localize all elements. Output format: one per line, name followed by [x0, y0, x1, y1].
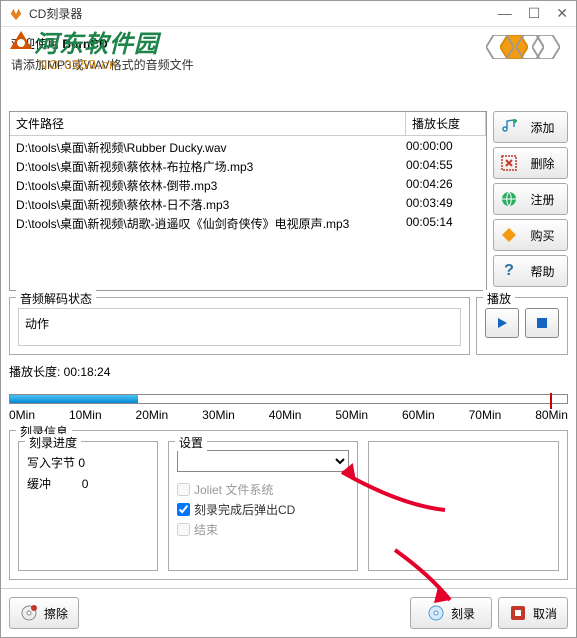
erase-button[interactable]: 擦除	[9, 597, 79, 629]
drive-select[interactable]	[177, 450, 349, 472]
file-row[interactable]: D:\tools\桌面\新视频\Rubber Ducky.wav00:00:00	[10, 138, 486, 157]
globe-icon	[500, 190, 518, 208]
register-button[interactable]: 注册	[493, 183, 568, 215]
burn-progress-group: 刻录进度 写入字节 0 缓冲 0	[18, 441, 158, 571]
cancel-button[interactable]: 取消	[498, 597, 568, 629]
duration-label: 播放长度: 00:18:24	[9, 361, 568, 382]
settings-group: 设置 Joliet 文件系统 刻录完成后弹出CD 结束	[168, 441, 358, 571]
delete-button[interactable]: 删除	[493, 147, 568, 179]
hex-logo	[486, 35, 566, 105]
delete-icon	[500, 154, 518, 172]
prompt-text: 请添加MP3或WAV格式的音频文件	[11, 56, 486, 73]
play-button[interactable]	[485, 308, 519, 338]
diamond-icon	[500, 226, 518, 244]
disc-erase-icon	[20, 604, 38, 622]
app-icon	[9, 7, 23, 21]
file-row[interactable]: D:\tools\桌面\新视频\胡歌-逍遥叹《仙剑奇侠传》电视原声.mp300:…	[10, 214, 486, 233]
file-row[interactable]: D:\tools\桌面\新视频\蔡依林-日不落.mp300:03:49	[10, 195, 486, 214]
buffer-value: 0	[82, 477, 89, 491]
joliet-checkbox: Joliet 文件系统	[177, 481, 349, 498]
music-plus-icon	[500, 118, 518, 136]
close-button[interactable]: ✕	[556, 5, 568, 22]
burn-button[interactable]: 刻录	[410, 597, 492, 629]
finish-checkbox: 结束	[177, 521, 349, 538]
file-row[interactable]: D:\tools\桌面\新视频\蔡依林-布拉格广场.mp300:04:55	[10, 157, 486, 176]
eject-checkbox[interactable]: 刻录完成后弹出CD	[177, 501, 349, 518]
help-button[interactable]: ? 帮助	[493, 255, 568, 287]
add-button[interactable]: 添加	[493, 111, 568, 143]
play-group: 播放	[476, 297, 568, 355]
buy-button[interactable]: 购买	[493, 219, 568, 251]
window-title: CD刻录器	[29, 5, 498, 22]
file-row[interactable]: D:\tools\桌面\新视频\蔡依林-倒带.mp300:04:26	[10, 176, 486, 195]
col-path[interactable]: 文件路径	[10, 112, 406, 135]
welcome-text: 欢迎使用 BurnCD	[11, 35, 486, 52]
minimize-button[interactable]: —	[498, 5, 512, 22]
question-icon: ?	[500, 262, 518, 280]
header: 欢迎使用 BurnCD 请添加MP3或WAV格式的音频文件	[1, 27, 576, 107]
written-bytes-value: 0	[78, 456, 85, 470]
titlebar: CD刻录器 — ☐ ✕	[1, 1, 576, 27]
timeline[interactable]: 0Min10Min20Min30Min40Min50Min60Min70Min8…	[9, 390, 568, 424]
stop-button[interactable]	[525, 308, 559, 338]
action-label: 动作	[25, 317, 49, 331]
log-area[interactable]	[368, 441, 559, 571]
decode-status-group: 音频解码状态 动作	[9, 297, 470, 355]
burn-info-group: 刻录信息 刻录进度 写入字节 0 缓冲 0 设置	[9, 430, 568, 580]
capacity-marker	[550, 393, 552, 409]
file-list-header: 文件路径 播放长度	[10, 112, 486, 136]
stop-cancel-icon	[509, 604, 527, 622]
timeline-ticks: 0Min10Min20Min30Min40Min50Min60Min70Min8…	[9, 408, 568, 422]
file-list[interactable]: 文件路径 播放长度 D:\tools\桌面\新视频\Rubber Ducky.w…	[9, 111, 487, 291]
maximize-button[interactable]: ☐	[528, 5, 541, 22]
col-duration[interactable]: 播放长度	[406, 112, 486, 135]
disc-burn-icon	[427, 604, 445, 622]
